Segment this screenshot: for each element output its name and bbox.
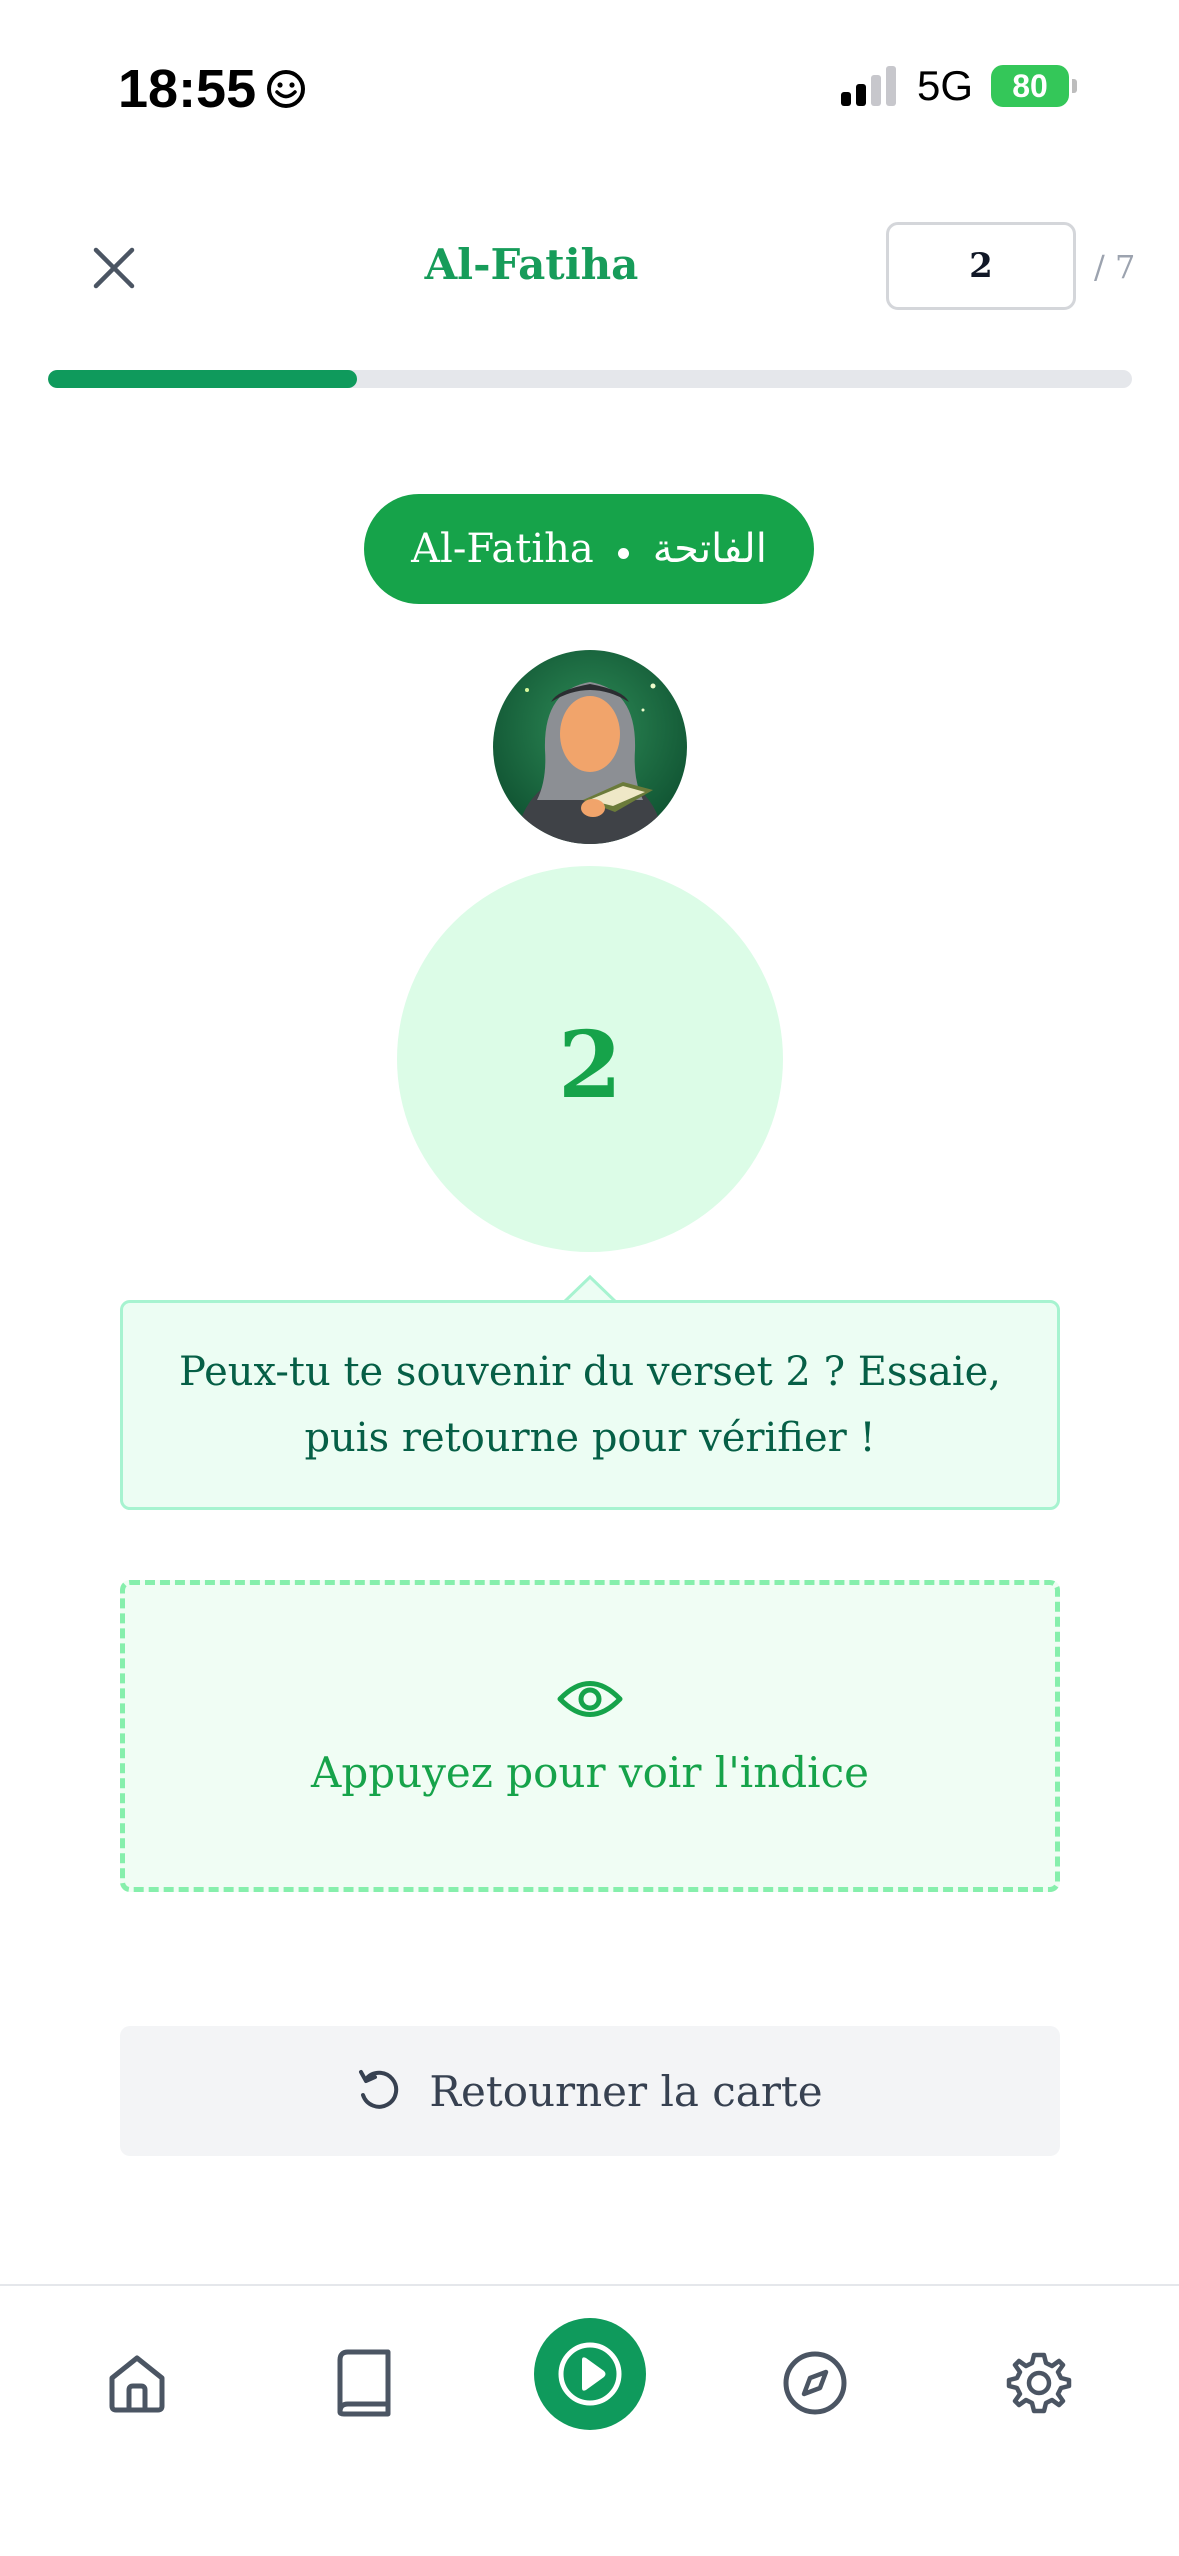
rotate-left-icon <box>359 2070 399 2109</box>
signal-icon <box>840 66 896 106</box>
battery-icon: 80 <box>991 65 1077 107</box>
reader-illustration <box>493 650 687 844</box>
surah-name-arabic: الفاتحة <box>652 526 767 572</box>
nav-library[interactable] <box>318 2338 408 2428</box>
nav-practice[interactable] <box>534 2318 646 2430</box>
nav-settings[interactable] <box>994 2338 1084 2428</box>
separator-dot <box>617 547 629 559</box>
verse-total-label: / 7 <box>1094 248 1136 286</box>
book-icon <box>337 2349 391 2417</box>
flip-card-label: Retourner la carte <box>429 2066 823 2116</box>
play-icon <box>558 2342 622 2406</box>
battery-cap <box>1072 79 1077 93</box>
verse-number-circle: 2 <box>397 866 783 1252</box>
reveal-hint-button[interactable]: Appuyez pour voir l'indice <box>120 1580 1060 1892</box>
prompt-box: Peux-tu te souvenir du verset 2 ? Essaie… <box>120 1300 1060 1510</box>
nav-home[interactable] <box>92 2338 182 2428</box>
status-indicators: 5G 80 <box>840 62 1077 110</box>
progress-bar <box>48 370 1132 388</box>
flip-card-button[interactable]: Retourner la carte <box>120 2026 1060 2156</box>
bottom-nav <box>0 2284 1179 2556</box>
battery-level: 80 <box>1012 67 1048 104</box>
gear-icon <box>1006 2352 1072 2414</box>
eye-icon <box>557 1680 623 1717</box>
status-time-label: 18:55 <box>118 59 257 119</box>
network-label: 5G <box>916 62 973 109</box>
progress-bar-fill <box>48 370 357 388</box>
surah-badge: Al-Fatiha الفاتحة <box>364 494 814 604</box>
hint-label: Appuyez pour voir l'indice <box>311 1747 869 1797</box>
home-icon <box>109 2355 165 2413</box>
verse-number-input[interactable] <box>886 222 1076 310</box>
nav-explore[interactable] <box>770 2338 860 2428</box>
smiley-icon <box>267 70 306 108</box>
prompt-text: Peux-tu te souvenir du verset 2 ? Essaie… <box>178 1349 1002 1461</box>
compass-icon <box>783 2351 847 2415</box>
avatar <box>493 650 687 844</box>
verse-number: 2 <box>557 1011 622 1119</box>
status-time: 18:55 <box>118 58 306 120</box>
surah-name-latin: Al-Fatiha <box>411 526 594 572</box>
